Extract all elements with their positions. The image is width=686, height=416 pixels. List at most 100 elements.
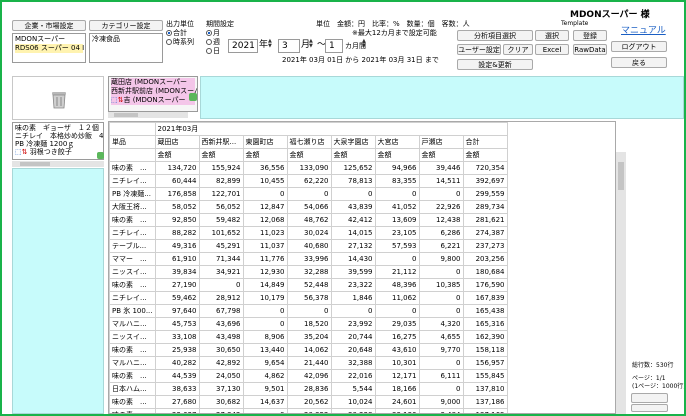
next-page-button[interactable] (631, 404, 668, 412)
value-cell: 0 (286, 187, 332, 201)
data-table-container[interactable]: 2021年03月 単品 蔵田店 西新井駅... 東園町店 福七瀬り店 大泉字園店… (108, 121, 616, 414)
table-row[interactable]: ニチレイ... 60,444 82,899 10,455 62,220 78,813 83,… (109, 174, 508, 188)
table-row[interactable]: ニチレイ... 59,462 28,912 10,179 56,378 1,846 11,0… (109, 291, 508, 305)
company-setting-button[interactable]: 企業・市場設定 (12, 20, 86, 31)
table-row[interactable]: 日本ハム... 38,633 37,130 9,501 28,836 5,544 18,16… (109, 382, 508, 396)
store-list-item[interactable]: 西新井駅前店 (MDONスーパ (111, 87, 197, 96)
store-header: 戸瀬店 (418, 135, 464, 149)
store-list[interactable]: 蔵田店 (MDONスーパー 西新井駅前店 (MDONスーパ ⬚⇅吉 (MDONス… (108, 76, 198, 112)
total-cell: 156,957 (462, 356, 508, 370)
total-cell: 167,839 (462, 291, 508, 305)
table-row[interactable]: 味の素 ... 27,680 30,682 14,637 20,562 10,024 24,… (109, 395, 508, 409)
scrollbar-thumb[interactable] (20, 162, 50, 166)
product-list-item[interactable]: 味の素 ギョーザ １２個 (15, 124, 101, 132)
table-row[interactable]: ニッスイ... 39,834 34,921 12,930 32,288 39,599 21,… (109, 265, 508, 279)
category-setting-button[interactable]: カテゴリー設定 (89, 20, 163, 31)
scrollbar-thumb[interactable] (618, 162, 624, 190)
trash-icon (52, 92, 66, 109)
clear-button[interactable]: クリア (503, 44, 533, 55)
value-cell: 43,498 (198, 330, 244, 344)
logout-button[interactable]: ログアウト (611, 41, 667, 52)
output-unit-option-timeseries[interactable]: 時系列 (166, 38, 194, 47)
value-cell: 57,593 (374, 239, 420, 253)
table-row[interactable]: 味の素 ... 27,190 0 14,849 52,448 23,322 48,396 10… (109, 278, 508, 292)
company-list-item[interactable]: MDONスーパー (15, 35, 83, 44)
user-setting-button[interactable]: ユーザー設定 (457, 44, 501, 55)
row-drop-area[interactable] (12, 168, 104, 414)
value-cell: 59,462 (154, 291, 200, 305)
manual-link[interactable]: マニュアル (621, 27, 666, 36)
table-row[interactable]: 大阪王将... 58,052 56,052 12,847 54,066 43,839 41,… (109, 200, 508, 214)
category-list-item[interactable]: 冷凍食品 (92, 35, 160, 44)
table-row[interactable]: マルハニ... 45,753 43,696 0 18,520 23,992 29,035 4,… (109, 317, 508, 331)
product-name-cell: PB 冷凍麺... (109, 187, 156, 201)
analysis-item-button[interactable]: 分析項目選択 (457, 30, 533, 41)
total-cell: 137,186 (462, 395, 508, 409)
value-cell: 20,648 (330, 343, 376, 357)
select-button[interactable]: 選択 (535, 30, 569, 41)
setting-update-button[interactable]: 設定&更新 (457, 59, 533, 70)
product-list-item[interactable]: ⬚⇅ 羽根つき餃子 (15, 148, 101, 156)
store-list-item[interactable]: ⬚⇅吉 (MDONスーパー (111, 96, 195, 105)
table-header-cell (109, 122, 156, 136)
company-list-item[interactable]: RDS06 スーパー 04 I (15, 44, 84, 53)
period-note: ※最大12カ月まで設定可能 (352, 29, 437, 37)
period-option-day[interactable]: 日 (206, 47, 220, 56)
value-cell: 56,052 (198, 200, 244, 214)
value-cell: 9,770 (418, 343, 464, 357)
zoom-icon[interactable] (189, 93, 197, 101)
product-list-item[interactable]: ニチレイ 本格炒め炒飯 4 (15, 132, 103, 140)
product-list-scrollbar[interactable] (12, 161, 104, 167)
rawdata-button[interactable]: RawData (573, 44, 607, 55)
table-scrollbar[interactable] (616, 152, 626, 414)
store-list-item[interactable]: 蔵田店 (MDONスーパー (111, 78, 195, 87)
table-row[interactable]: 味の素 ...22,62727,342020,35230,22833,1363,… (109, 408, 508, 413)
table-row[interactable]: PB 氷 100... 97,640 67,798 0 0 0 0 0 165,438 (109, 304, 508, 318)
table-row[interactable]: テーブル... 49,316 45,291 11,037 40,680 27,132 57,… (109, 239, 508, 253)
table-row[interactable]: 味の素 ... 134,720 155,924 36,556 133,090 125,65… (109, 161, 508, 175)
table-row[interactable]: ニチレイ... 88,282 101,652 11,023 30,024 14,015 23… (109, 226, 508, 240)
value-cell: 42,892 (198, 356, 244, 370)
value-cell: 39,599 (330, 265, 376, 279)
total-cell: 281,621 (462, 213, 508, 227)
value-cell: 133,090 (286, 161, 332, 175)
register-button[interactable]: 登録 (573, 30, 607, 41)
excel-button[interactable]: Excel (535, 44, 569, 55)
product-name-cell: ニッスイ... (109, 330, 156, 344)
value-cell: 12,171 (374, 369, 420, 383)
count-input[interactable]: 1 (325, 39, 343, 53)
store-header: 福七瀬り店 (286, 135, 332, 149)
table-row[interactable]: ママー ... 61,910 71,344 11,776 33,996 14,430 0 9,… (109, 252, 508, 266)
product-list-item[interactable]: PB 冷凍麺 1200ｇ (15, 140, 101, 148)
table-row[interactable]: ニッスイ... 33,108 43,498 8,906 35,204 20,744 16,2… (109, 330, 508, 344)
value-cell: 36,556 (242, 161, 288, 175)
prev-page-button[interactable] (631, 393, 668, 403)
table-row[interactable]: 味の素 ... 92,850 59,482 12,068 48,762 42,412 13,… (109, 213, 508, 227)
zoom-icon[interactable] (97, 152, 104, 159)
trash-area[interactable] (12, 76, 104, 120)
period-option-week[interactable]: 週 (206, 38, 220, 47)
scrollbar-thumb[interactable] (114, 113, 138, 117)
output-unit-option-total[interactable]: 合計 (166, 29, 187, 38)
period-option-month[interactable]: 月 (206, 29, 220, 38)
back-button[interactable]: 戻る (611, 57, 667, 68)
metric-header: 金額 (374, 148, 420, 162)
count-spinner-icon[interactable]: ▲ ▼ (362, 39, 368, 49)
store-header: 大泉字園店 (330, 135, 376, 149)
company-list[interactable]: MDONスーパー RDS06 スーパー 04 I (12, 33, 86, 63)
column-drop-area[interactable] (200, 76, 684, 119)
product-list[interactable]: 味の素 ギョーザ １２個 ニチレイ 本格炒め炒飯 4 PB 冷凍麺 1200ｇ … (12, 122, 104, 160)
table-row[interactable]: マルハニ... 40,282 42,892 9,654 21,440 32,388 10,3… (109, 356, 508, 370)
total-cell: 165,316 (462, 317, 508, 331)
value-cell: 0 (242, 408, 288, 413)
table-row[interactable]: PB 冷凍麺... 176,858 122,701 0 0 0 0 0 299,559 (109, 187, 508, 201)
category-list[interactable]: 冷凍食品 (89, 33, 163, 63)
value-cell: 0 (418, 356, 464, 370)
year-input[interactable]: 2021 (228, 39, 258, 53)
table-row[interactable]: 味の素 ... 25,938 30,650 13,440 14,062 20,648 43,… (109, 343, 508, 357)
store-list-scrollbar[interactable] (108, 112, 188, 118)
year-spinner-icon[interactable]: ▲ ▼ (268, 39, 274, 49)
month-spinner-icon[interactable]: ▲ ▼ (309, 39, 315, 49)
month-input[interactable]: 3 (278, 39, 300, 53)
table-row[interactable]: 味の素 ... 44,539 24,050 4,862 42,096 22,016 12,1… (109, 369, 508, 383)
